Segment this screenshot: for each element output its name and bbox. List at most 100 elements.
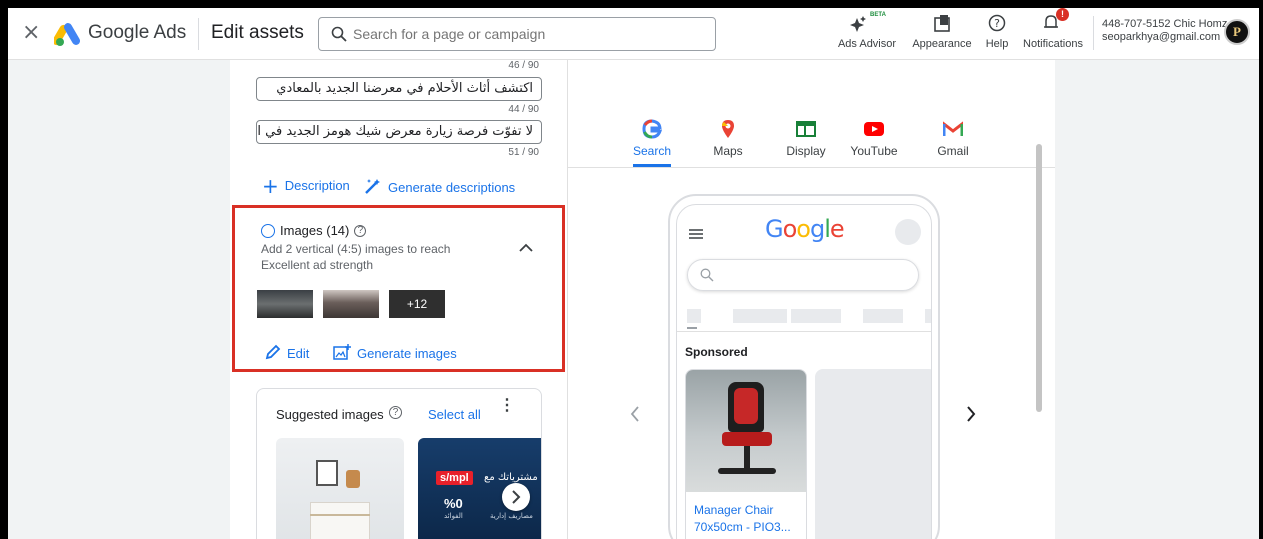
- chair-back-accent: [734, 388, 758, 424]
- google-g-icon: [622, 118, 682, 140]
- search-icon: [700, 268, 714, 287]
- account-info[interactable]: 448-707-5152 Chic Homz seoparkhya@gmail.…: [1102, 18, 1227, 44]
- candle: [346, 470, 360, 488]
- carousel-next-button[interactable]: [502, 483, 530, 511]
- tab-maps[interactable]: Maps: [698, 118, 758, 158]
- promo-sub: مصاريف إدارية: [490, 512, 533, 520]
- chevron-left-icon[interactable]: [630, 406, 640, 427]
- chair-base: [718, 468, 776, 474]
- images-header[interactable]: Images (14) ?: [261, 223, 367, 238]
- gmail-icon: [923, 118, 983, 140]
- close-icon[interactable]: ×: [22, 20, 40, 46]
- help-icon: ?: [980, 12, 1014, 32]
- ads-advisor-button[interactable]: BETA Ads Advisor: [834, 12, 900, 50]
- svg-text:?: ?: [994, 17, 1000, 30]
- asset-editor-panel: 46 / 90 اكتشف أثاث الأحلام في معرضنا الج…: [230, 60, 567, 539]
- chair-stem: [744, 446, 750, 468]
- scrollbar-track[interactable]: [1055, 60, 1065, 539]
- generate-descriptions-label: Generate descriptions: [388, 180, 516, 195]
- description-field[interactable]: اكتشف أثاث الأحلام في معرضنا الجديد بالم…: [256, 77, 542, 101]
- placeholder-chip: [733, 309, 787, 323]
- images-section: Images (14) ? Add 2 vertical (4:5) image…: [232, 205, 565, 372]
- maps-pin-icon: [698, 118, 758, 140]
- product-card-placeholder: [815, 369, 931, 539]
- youtube-icon: [844, 118, 904, 140]
- more-vert-icon[interactable]: ⋮: [499, 398, 515, 414]
- generate-images-button[interactable]: Generate images: [333, 344, 457, 363]
- beta-badge: BETA: [870, 12, 886, 18]
- help-icon[interactable]: ?: [389, 406, 402, 419]
- add-description-label: Description: [284, 178, 350, 193]
- generate-images-label: Generate images: [357, 346, 457, 361]
- product-title-line: Manager Chair: [694, 503, 774, 517]
- image-thumbnail[interactable]: [257, 290, 313, 318]
- bell-icon: !: [1020, 8, 1086, 32]
- appearance-button[interactable]: Appearance: [910, 12, 974, 50]
- plus-icon: +: [262, 173, 279, 198]
- search-icon: [331, 26, 347, 47]
- select-all-link[interactable]: Select all: [428, 407, 481, 422]
- promo-text: سم مشترياتك مع: [484, 472, 541, 483]
- product-image: [686, 370, 806, 492]
- suggested-image[interactable]: [276, 438, 404, 539]
- search-box[interactable]: [318, 17, 716, 51]
- chevron-right-icon[interactable]: [966, 406, 976, 427]
- placeholder-chip: [791, 309, 841, 323]
- pencil-icon: [265, 344, 281, 363]
- edit-images-button[interactable]: Edit: [265, 344, 309, 363]
- add-image-icon: [333, 344, 351, 363]
- google-logo: Google: [765, 215, 845, 243]
- sponsored-label: Sponsored: [685, 345, 748, 359]
- tab-label: Gmail: [937, 144, 969, 158]
- more-images-thumbnail[interactable]: +12: [389, 290, 445, 318]
- status-circle-icon: [261, 223, 275, 238]
- nightstand-shape: [310, 502, 370, 539]
- appearance-label: Appearance: [912, 38, 972, 50]
- menu-icon: [689, 227, 703, 245]
- magic-wand-icon: [364, 178, 382, 197]
- display-icon: [776, 118, 836, 140]
- tab-display[interactable]: Display: [776, 118, 836, 158]
- suggested-images-card: Suggested images ? Select all ⋮ s/mpl سم…: [256, 388, 542, 539]
- image-thumbnail[interactable]: [323, 290, 379, 318]
- tab-youtube[interactable]: YouTube: [844, 118, 904, 158]
- edit-label: Edit: [287, 346, 310, 361]
- phone-mockup: Google Sponsored Manager Chair 70x50cm -…: [668, 194, 940, 539]
- page-title: Edit assets: [211, 22, 304, 43]
- phone-screen: Google Sponsored Manager Chair 70x50cm -…: [676, 204, 932, 539]
- account-email: seoparkhya@gmail.com: [1102, 31, 1221, 43]
- app-window: × Google Ads Edit assets BETA Ads Adviso…: [8, 8, 1259, 539]
- tab-search[interactable]: Search: [622, 118, 682, 167]
- notifications-button[interactable]: ! Notifications: [1020, 8, 1086, 50]
- nightstand-drawer: [310, 514, 370, 516]
- ad-preview-panel: Search Maps Display YouTube Gmail Google…: [567, 60, 1056, 539]
- description-counter: 46 / 90: [508, 60, 539, 71]
- ads-advisor-label: Ads Advisor: [837, 38, 897, 50]
- promo-sub: الفوائد: [444, 512, 463, 520]
- product-card: Manager Chair 70x50cm - PIO3...: [685, 369, 807, 539]
- help-button[interactable]: ? Help: [980, 12, 1014, 50]
- hint-line: Excellent ad strength: [261, 258, 374, 272]
- tab-gmail[interactable]: Gmail: [923, 118, 983, 158]
- scrollbar-thumb[interactable]: [1036, 144, 1042, 412]
- promo-brand: s/mpl: [436, 471, 473, 485]
- help-icon[interactable]: ?: [354, 224, 367, 237]
- tab-indicator: [687, 327, 697, 329]
- add-description-button[interactable]: + Description: [262, 173, 350, 198]
- hint-line: Add 2 vertical (4:5) images to reach: [261, 242, 451, 256]
- sparkle-icon: BETA: [834, 12, 900, 32]
- avatar[interactable]: P: [1224, 19, 1250, 45]
- placeholder-chip: [863, 309, 903, 323]
- help-label: Help: [985, 38, 1009, 50]
- description-field[interactable]: لا تفوّت فرصة زيارة معرض شيك هومز الجديد…: [256, 120, 542, 144]
- product-title: Manager Chair 70x50cm - PIO3...: [694, 502, 791, 536]
- generate-descriptions-button[interactable]: Generate descriptions: [364, 178, 515, 197]
- images-hint: Add 2 vertical (4:5) images to reach Exc…: [261, 241, 450, 273]
- chevron-up-icon[interactable]: [519, 240, 533, 258]
- appearance-icon: [910, 12, 974, 32]
- search-input[interactable]: [353, 24, 703, 44]
- tab-label: Display: [786, 144, 826, 158]
- divider: [677, 331, 931, 332]
- chair-seat: [722, 432, 772, 446]
- placeholder-chip: [687, 309, 701, 323]
